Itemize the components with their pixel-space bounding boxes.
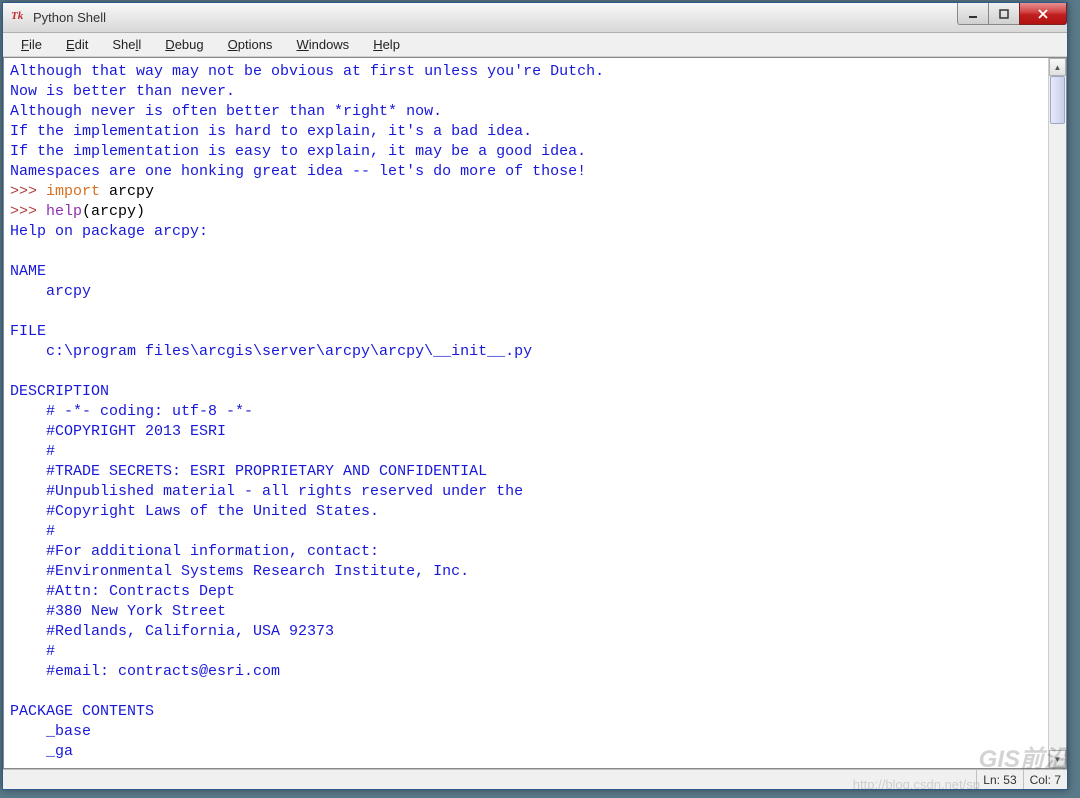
window-controls	[958, 3, 1067, 25]
minimize-icon	[967, 9, 979, 19]
content-area: Although that way may not be obvious at …	[3, 57, 1067, 769]
menu-help[interactable]: Help	[363, 35, 410, 54]
menu-debug[interactable]: Debug	[155, 35, 213, 54]
maximize-button[interactable]	[988, 3, 1020, 25]
python-shell-window: Tk Python Shell File Edit Shell Debug Op…	[2, 2, 1068, 790]
shell-text[interactable]: Although that way may not be obvious at …	[4, 58, 1048, 768]
scroll-down-arrow[interactable]: ▼	[1049, 750, 1066, 768]
vertical-scrollbar[interactable]: ▲ ▼	[1048, 58, 1066, 768]
close-button[interactable]	[1019, 3, 1067, 25]
scroll-track[interactable]	[1049, 76, 1066, 750]
menu-options[interactable]: Options	[218, 35, 283, 54]
menu-file[interactable]: File	[11, 35, 52, 54]
scroll-thumb[interactable]	[1050, 76, 1065, 124]
statusbar: Ln: 53 Col: 7	[3, 769, 1067, 789]
titlebar[interactable]: Tk Python Shell	[3, 3, 1067, 33]
scroll-up-arrow[interactable]: ▲	[1049, 58, 1066, 76]
status-line: Ln: 53	[976, 770, 1022, 789]
menubar: File Edit Shell Debug Options Windows He…	[3, 33, 1067, 57]
menu-edit[interactable]: Edit	[56, 35, 98, 54]
status-col: Col: 7	[1023, 770, 1067, 789]
menu-windows[interactable]: Windows	[286, 35, 359, 54]
app-icon: Tk	[11, 10, 27, 26]
menu-shell[interactable]: Shell	[102, 35, 151, 54]
minimize-button[interactable]	[957, 3, 989, 25]
maximize-icon	[998, 9, 1010, 19]
window-title: Python Shell	[33, 10, 106, 25]
close-icon	[1037, 9, 1049, 19]
